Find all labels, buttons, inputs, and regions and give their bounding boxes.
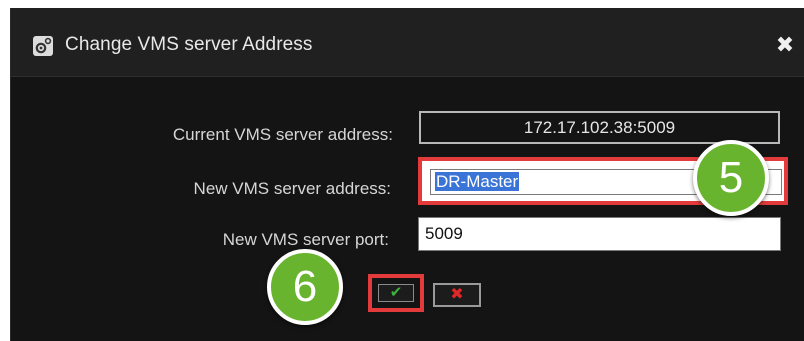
new-port-input[interactable]: 5009 <box>418 217 781 251</box>
step-5-badge: 5 <box>693 140 769 216</box>
dialog-titlebar: Change VMS server Address ✖ <box>11 8 804 77</box>
ok-button[interactable]: ✔ <box>378 284 414 302</box>
gear-icon <box>33 36 53 56</box>
close-icon[interactable]: ✖ <box>774 34 796 56</box>
selected-text: DR-Master <box>435 172 520 191</box>
current-address-value: 172.17.102.38:5009 <box>419 111 780 144</box>
new-address-label: New VMS server address: <box>193 179 391 198</box>
dialog-title: Change VMS server Address <box>65 34 313 55</box>
change-vms-address-dialog: Change VMS server Address ✖ Current VMS … <box>10 8 804 341</box>
current-address-label: Current VMS server address: <box>172 125 393 144</box>
ok-button-highlight: ✔ <box>368 274 424 312</box>
new-port-label: New VMS server port: <box>222 230 389 249</box>
cancel-button[interactable]: ✖ <box>433 283 481 307</box>
step-6-badge: 6 <box>267 249 343 325</box>
